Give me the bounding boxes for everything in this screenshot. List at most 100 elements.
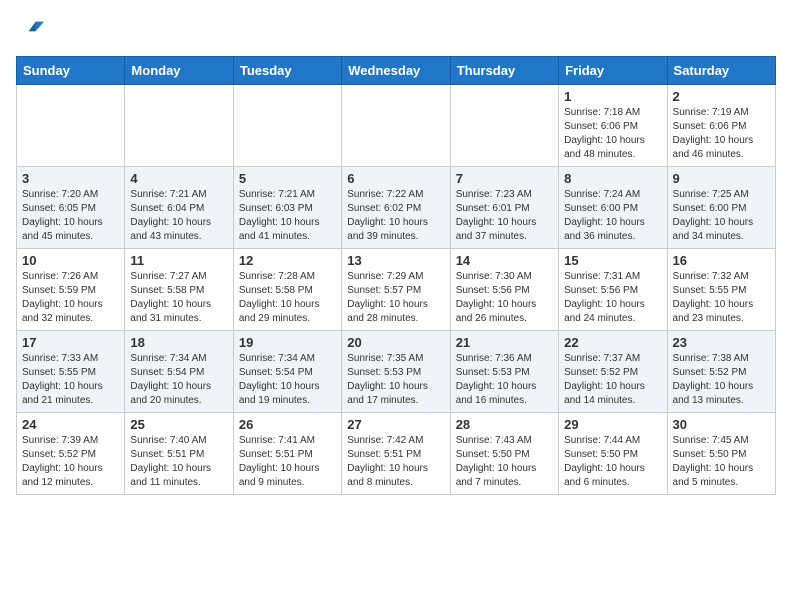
calendar-cell: 22 Sunrise: 7:37 AM Sunset: 5:52 PM Dayli… xyxy=(559,331,667,413)
day-number: 16 xyxy=(673,253,770,268)
day-info: Sunrise: 7:42 AM Sunset: 5:51 PM Dayligh… xyxy=(347,434,444,490)
calendar-cell xyxy=(17,85,125,167)
calendar-cell: 3Sunrise: 7:20 AM Sunset: 6:05 PM Daylig… xyxy=(17,167,125,249)
day-info: Sunrise: 7:35 AM Sunset: 5:53 PM Dayligh… xyxy=(347,352,444,408)
day-number: 5 xyxy=(239,171,336,186)
calendar-cell: 16Sunrise: 7:32 AM Sunset: 5:55 PM Dayli… xyxy=(667,249,775,331)
calendar-cell xyxy=(233,85,341,167)
day-info: Sunrise: 7:39 AM Sunset: 5:52 PM Dayligh… xyxy=(22,434,119,490)
day-header-friday: Friday xyxy=(559,57,667,85)
day-number: 1 xyxy=(564,89,661,104)
calendar-cell: 6 Sunrise: 7:22 AM Sunset: 6:02 PM Daylig… xyxy=(342,167,450,249)
day-number: 29 xyxy=(564,417,661,432)
day-info: Sunrise: 7:23 AM Sunset: 6:01 PM Dayligh… xyxy=(456,188,553,244)
day-info: Sunrise: 7:28 AM Sunset: 5:58 PM Dayligh… xyxy=(239,270,336,326)
day-number: 30 xyxy=(673,417,770,432)
day-number: 12 xyxy=(239,253,336,268)
calendar-cell: 20 Sunrise: 7:35 AM Sunset: 5:53 PM Dayli… xyxy=(342,331,450,413)
day-number: 9 xyxy=(673,171,770,186)
day-info: Sunrise: 7:43 AM Sunset: 5:50 PM Dayligh… xyxy=(456,434,553,490)
day-info: Sunrise: 7:44 AM Sunset: 5:50 PM Dayligh… xyxy=(564,434,661,490)
day-info: Sunrise: 7:30 AM Sunset: 5:56 PM Dayligh… xyxy=(456,270,553,326)
calendar-cell: 14 Sunrise: 7:30 AM Sunset: 5:56 PM Dayli… xyxy=(450,249,558,331)
day-info: Sunrise: 7:29 AM Sunset: 5:57 PM Dayligh… xyxy=(347,270,444,326)
day-info: Sunrise: 7:45 AM Sunset: 5:50 PM Dayligh… xyxy=(673,434,770,490)
calendar-cell: 21 Sunrise: 7:36 AM Sunset: 5:53 PM Dayli… xyxy=(450,331,558,413)
calendar-cell xyxy=(342,85,450,167)
day-number: 21 xyxy=(456,335,553,350)
day-number: 3 xyxy=(22,171,119,186)
day-info: Sunrise: 7:19 AM Sunset: 6:06 PM Dayligh… xyxy=(673,106,770,162)
day-header-saturday: Saturday xyxy=(667,57,775,85)
calendar-cell: 17 Sunrise: 7:33 AM Sunset: 5:55 PM Dayli… xyxy=(17,331,125,413)
calendar-week-1: 1 Sunrise: 7:18 AM Sunset: 6:06 PM Daylig… xyxy=(17,85,776,167)
day-number: 7 xyxy=(456,171,553,186)
day-info: Sunrise: 7:21 AM Sunset: 6:03 PM Dayligh… xyxy=(239,188,336,244)
day-number: 4 xyxy=(130,171,227,186)
calendar-cell: 1 Sunrise: 7:18 AM Sunset: 6:06 PM Daylig… xyxy=(559,85,667,167)
day-info: Sunrise: 7:24 AM Sunset: 6:00 PM Dayligh… xyxy=(564,188,661,244)
day-header-sunday: Sunday xyxy=(17,57,125,85)
calendar-week-5: 24 Sunrise: 7:39 AM Sunset: 5:52 PM Dayli… xyxy=(17,413,776,495)
day-number: 26 xyxy=(239,417,336,432)
day-number: 10 xyxy=(22,253,119,268)
day-info: Sunrise: 7:22 AM Sunset: 6:02 PM Dayligh… xyxy=(347,188,444,244)
day-info: Sunrise: 7:31 AM Sunset: 5:56 PM Dayligh… xyxy=(564,270,661,326)
day-number: 25 xyxy=(130,417,227,432)
calendar-body: 1 Sunrise: 7:18 AM Sunset: 6:06 PM Daylig… xyxy=(17,85,776,495)
calendar-cell: 15 Sunrise: 7:31 AM Sunset: 5:56 PM Dayli… xyxy=(559,249,667,331)
day-number: 6 xyxy=(347,171,444,186)
calendar-cell: 7 Sunrise: 7:23 AM Sunset: 6:01 PM Daylig… xyxy=(450,167,558,249)
calendar-week-4: 17 Sunrise: 7:33 AM Sunset: 5:55 PM Dayli… xyxy=(17,331,776,413)
calendar-cell: 2Sunrise: 7:19 AM Sunset: 6:06 PM Daylig… xyxy=(667,85,775,167)
calendar-table: SundayMondayTuesdayWednesdayThursdayFrid… xyxy=(16,56,776,495)
calendar-header: SundayMondayTuesdayWednesdayThursdayFrid… xyxy=(17,57,776,85)
day-number: 28 xyxy=(456,417,553,432)
calendar-cell: 11Sunrise: 7:27 AM Sunset: 5:58 PM Dayli… xyxy=(125,249,233,331)
page-header xyxy=(16,16,776,44)
calendar-cell: 24 Sunrise: 7:39 AM Sunset: 5:52 PM Dayli… xyxy=(17,413,125,495)
day-header-wednesday: Wednesday xyxy=(342,57,450,85)
day-info: Sunrise: 7:25 AM Sunset: 6:00 PM Dayligh… xyxy=(673,188,770,244)
day-number: 14 xyxy=(456,253,553,268)
calendar-cell: 5 Sunrise: 7:21 AM Sunset: 6:03 PM Daylig… xyxy=(233,167,341,249)
day-number: 18 xyxy=(130,335,227,350)
day-header-monday: Monday xyxy=(125,57,233,85)
day-info: Sunrise: 7:18 AM Sunset: 6:06 PM Dayligh… xyxy=(564,106,661,162)
calendar-cell xyxy=(125,85,233,167)
day-info: Sunrise: 7:34 AM Sunset: 5:54 PM Dayligh… xyxy=(130,352,227,408)
calendar-cell: 19 Sunrise: 7:34 AM Sunset: 5:54 PM Dayli… xyxy=(233,331,341,413)
calendar-cell: 23Sunrise: 7:38 AM Sunset: 5:52 PM Dayli… xyxy=(667,331,775,413)
day-number: 27 xyxy=(347,417,444,432)
day-info: Sunrise: 7:26 AM Sunset: 5:59 PM Dayligh… xyxy=(22,270,119,326)
day-info: Sunrise: 7:40 AM Sunset: 5:51 PM Dayligh… xyxy=(130,434,227,490)
day-number: 8 xyxy=(564,171,661,186)
day-number: 13 xyxy=(347,253,444,268)
calendar-cell xyxy=(450,85,558,167)
day-number: 19 xyxy=(239,335,336,350)
calendar-cell: 12 Sunrise: 7:28 AM Sunset: 5:58 PM Dayli… xyxy=(233,249,341,331)
day-number: 23 xyxy=(673,335,770,350)
day-number: 15 xyxy=(564,253,661,268)
day-number: 24 xyxy=(22,417,119,432)
calendar-cell: 18 Sunrise: 7:34 AM Sunset: 5:54 PM Dayli… xyxy=(125,331,233,413)
calendar-cell: 25 Sunrise: 7:40 AM Sunset: 5:51 PM Dayli… xyxy=(125,413,233,495)
calendar-cell: 30 Sunrise: 7:45 AM Sunset: 5:50 PM Dayli… xyxy=(667,413,775,495)
day-number: 22 xyxy=(564,335,661,350)
day-info: Sunrise: 7:36 AM Sunset: 5:53 PM Dayligh… xyxy=(456,352,553,408)
calendar-cell: 4Sunrise: 7:21 AM Sunset: 6:04 PM Daylig… xyxy=(125,167,233,249)
calendar-cell: 13 Sunrise: 7:29 AM Sunset: 5:57 PM Dayli… xyxy=(342,249,450,331)
day-header-thursday: Thursday xyxy=(450,57,558,85)
calendar-week-2: 3Sunrise: 7:20 AM Sunset: 6:05 PM Daylig… xyxy=(17,167,776,249)
day-number: 20 xyxy=(347,335,444,350)
day-info: Sunrise: 7:33 AM Sunset: 5:55 PM Dayligh… xyxy=(22,352,119,408)
logo xyxy=(16,16,48,44)
calendar-cell: 26 Sunrise: 7:41 AM Sunset: 5:51 PM Dayli… xyxy=(233,413,341,495)
day-info: Sunrise: 7:34 AM Sunset: 5:54 PM Dayligh… xyxy=(239,352,336,408)
day-header-tuesday: Tuesday xyxy=(233,57,341,85)
calendar-cell: 27 Sunrise: 7:42 AM Sunset: 5:51 PM Dayli… xyxy=(342,413,450,495)
calendar-cell: 28 Sunrise: 7:43 AM Sunset: 5:50 PM Dayli… xyxy=(450,413,558,495)
day-info: Sunrise: 7:37 AM Sunset: 5:52 PM Dayligh… xyxy=(564,352,661,408)
day-info: Sunrise: 7:41 AM Sunset: 5:51 PM Dayligh… xyxy=(239,434,336,490)
day-number: 17 xyxy=(22,335,119,350)
